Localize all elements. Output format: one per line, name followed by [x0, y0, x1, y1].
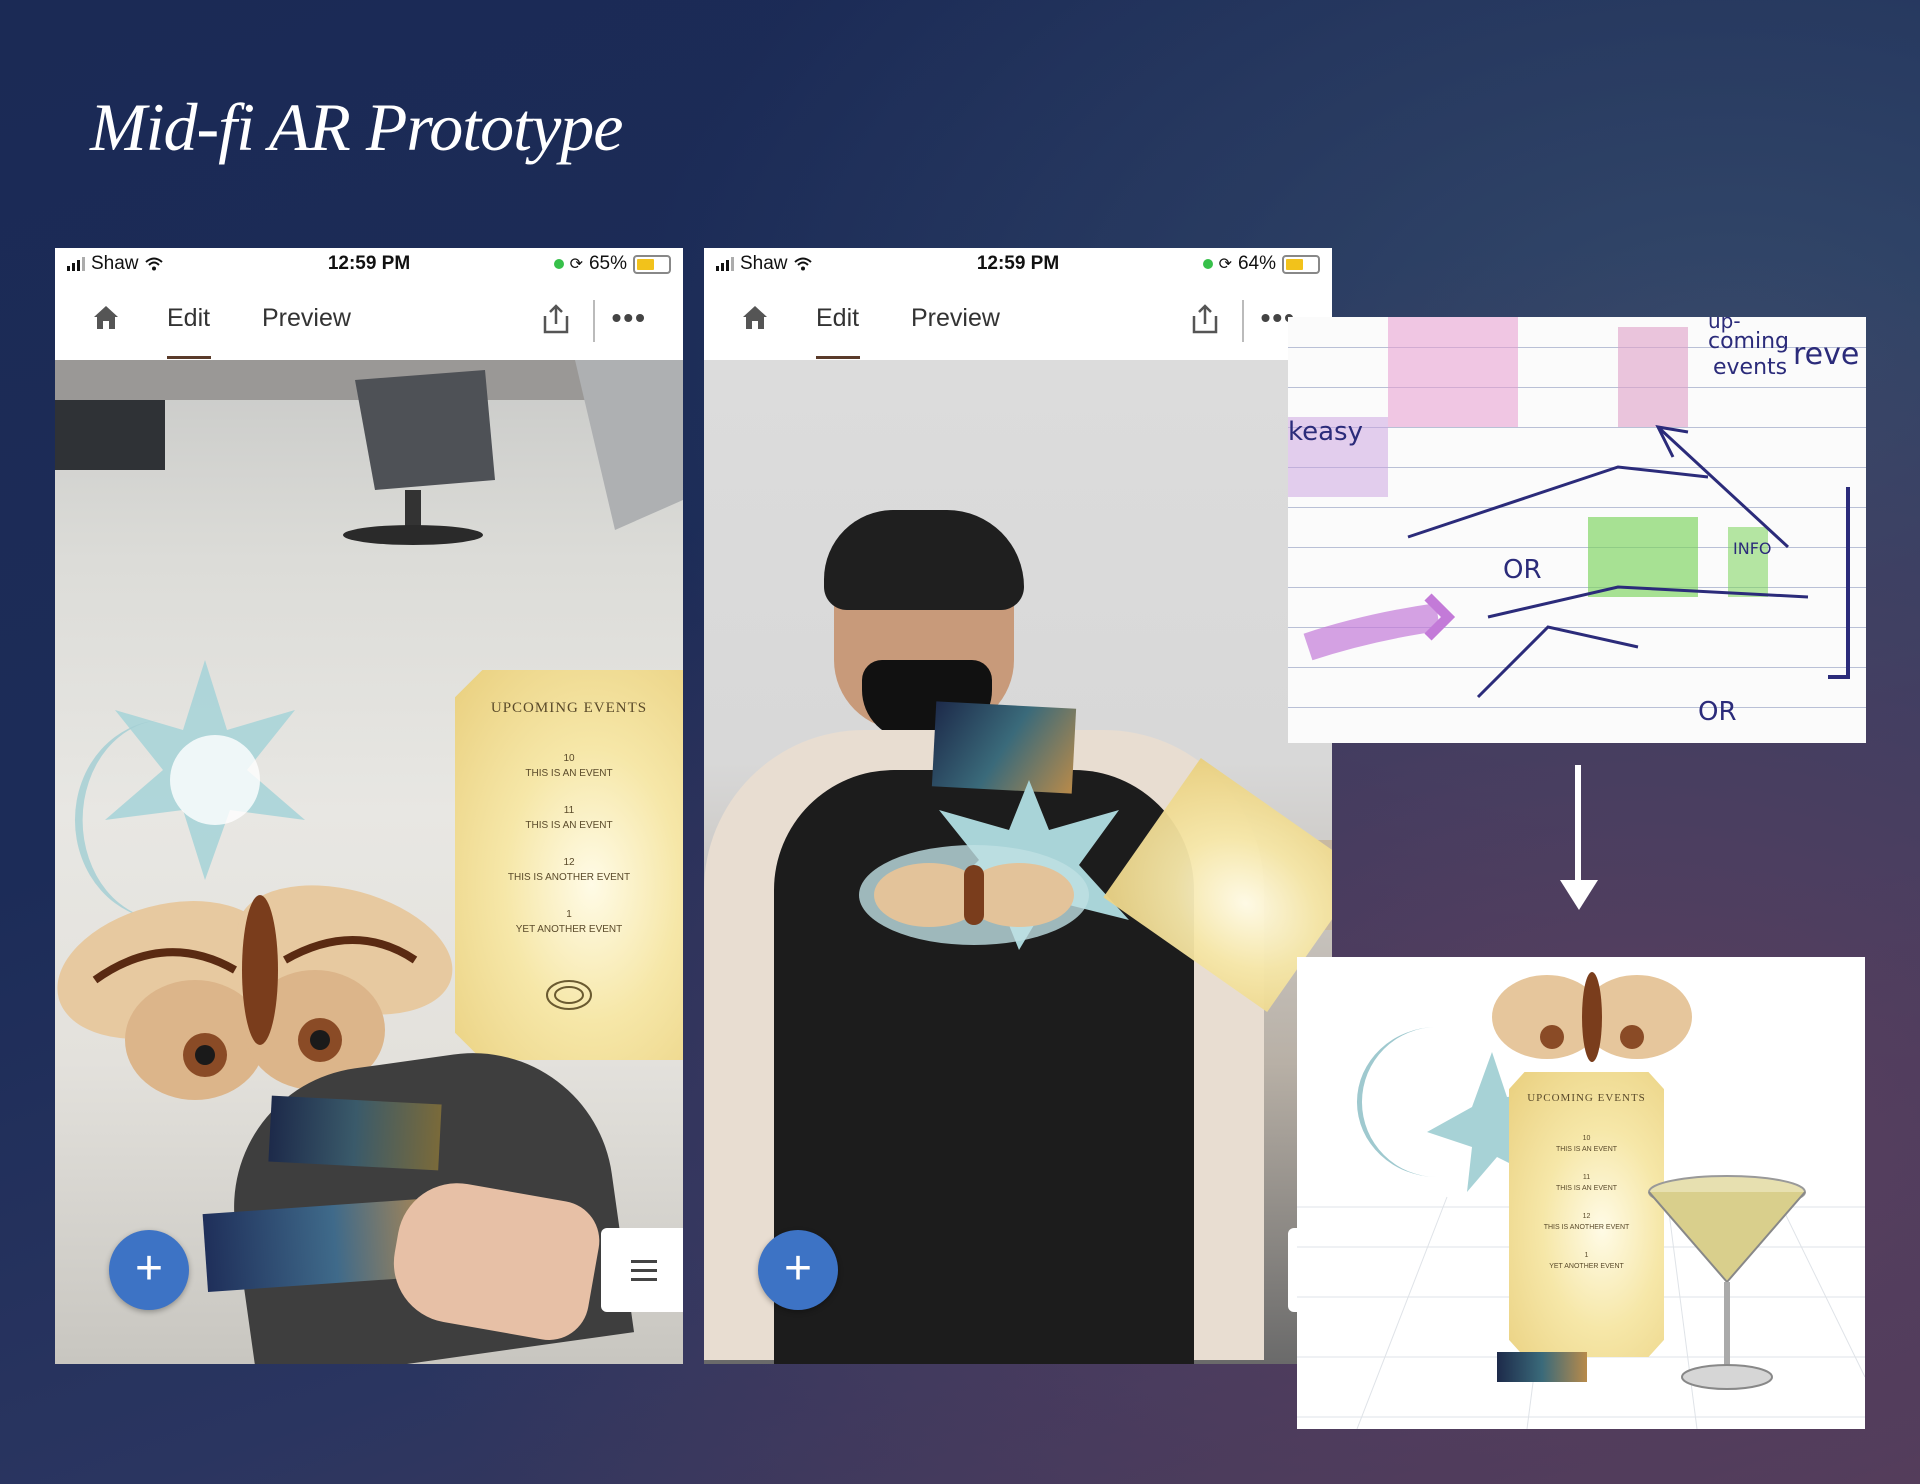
tab-preview[interactable]: Preview — [911, 304, 1000, 333]
ticket-event: 10 THIS IS AN EVENT — [525, 753, 613, 779]
battery-percent: 65% — [588, 253, 627, 274]
sketch-note: reve — [1793, 337, 1860, 372]
ar-business-card — [268, 1095, 442, 1171]
tab-edit[interactable]: Edit — [167, 304, 210, 333]
down-arrow-head-icon — [1560, 880, 1598, 910]
martini-glass — [1648, 1175, 1806, 1390]
active-tab-indicator — [167, 356, 211, 359]
app-toolbar: Edit Preview ••• — [704, 280, 1332, 360]
upcoming-events-ticket: UPCOMING EVENTS 10 THIS IS AN EVENT 11 THI… — [1509, 1072, 1664, 1357]
ticket-event: 12 THIS IS ANOTHER EVENT — [1543, 1213, 1630, 1231]
active-tab-indicator — [816, 356, 860, 359]
more-options-icon[interactable]: ••• — [612, 302, 647, 334]
phone-screenshot-1: Shaw 12:59 PM ⟳ 65% Edit Preview ••• UPC… — [55, 248, 683, 1364]
app-toolbar: Edit Preview ••• — [55, 280, 683, 360]
sketch-drawing — [1288, 317, 1850, 699]
page-title: Mid-fi AR Prototype — [90, 89, 623, 165]
ar-camera-view[interactable]: UPCOMING EVENTS 10 THIS IS AN EVENT 11 THI… — [55, 360, 683, 1364]
battery-percent: 64% — [1237, 253, 1276, 274]
ticket-logo-icon — [546, 980, 592, 1010]
rotation-lock-icon: ⟳ — [1218, 256, 1232, 273]
tab-preview[interactable]: Preview — [262, 304, 351, 333]
toolbar-divider — [593, 300, 595, 342]
status-bar: Shaw 12:59 PM ⟳ 65% — [55, 248, 683, 280]
ticket-heading: UPCOMING EVENTS — [490, 700, 648, 716]
sketch-note: OR — [1503, 555, 1542, 585]
add-button[interactable]: + — [758, 1230, 838, 1310]
down-arrow-icon — [1575, 765, 1581, 881]
rotation-lock-icon: ⟳ — [569, 256, 583, 273]
person-hair — [824, 510, 1024, 610]
office-chair-background — [55, 360, 683, 545]
add-button[interactable]: + — [109, 1230, 189, 1310]
sketch-note: INFO — [1733, 539, 1772, 558]
3d-render-preview: UPCOMING EVENTS 10 THIS IS AN EVENT 11 THI… — [1297, 957, 1865, 1429]
status-bar: Shaw 12:59 PM ⟳ 64% — [704, 248, 1332, 280]
upcoming-events-ticket: UPCOMING EVENTS 10 THIS IS AN EVENT 11 THI… — [455, 670, 683, 1060]
ar-camera-view[interactable]: + — [704, 360, 1332, 1364]
ticket-event: 10 THIS IS AN EVENT — [1555, 1135, 1618, 1153]
phone-screenshot-2: Shaw 12:59 PM ⟳ 64% Edit Preview ••• + — [704, 248, 1332, 1364]
ticket-event: 12 THIS IS ANOTHER EVENT — [507, 857, 631, 883]
ticket-event: 1 YET ANOTHER EVENT — [515, 909, 623, 935]
ticket-event: 1 YET ANOTHER EVENT — [1549, 1252, 1624, 1270]
sketch-note: keasy — [1288, 417, 1363, 447]
moth-sticker — [1492, 972, 1692, 1062]
share-icon[interactable] — [1188, 302, 1222, 336]
toolbar-divider — [1242, 300, 1244, 342]
ar-business-card — [1497, 1352, 1587, 1382]
ticket-heading: UPCOMING EVENTS — [1527, 1092, 1646, 1104]
camera-active-dot — [553, 259, 564, 269]
sketch-note: OR — [1698, 697, 1737, 727]
battery-icon — [633, 254, 671, 274]
list-view-button[interactable] — [601, 1228, 683, 1312]
battery-icon — [1282, 254, 1320, 274]
camera-active-dot — [1202, 259, 1213, 269]
ticket-event: 11 THIS IS AN EVENT — [1555, 1174, 1618, 1192]
paper-sketch: up- coming events reve keasy OR OR INFO — [1288, 317, 1866, 743]
ticket-event: 11 THIS IS AN EVENT — [525, 805, 613, 831]
home-icon[interactable] — [740, 302, 770, 332]
sketch-note: coming — [1708, 329, 1790, 354]
tab-edit[interactable]: Edit — [816, 304, 859, 333]
moth-sticker — [859, 845, 1089, 945]
sketch-note: events — [1713, 355, 1788, 380]
share-icon[interactable] — [539, 302, 573, 336]
home-icon[interactable] — [91, 302, 121, 332]
